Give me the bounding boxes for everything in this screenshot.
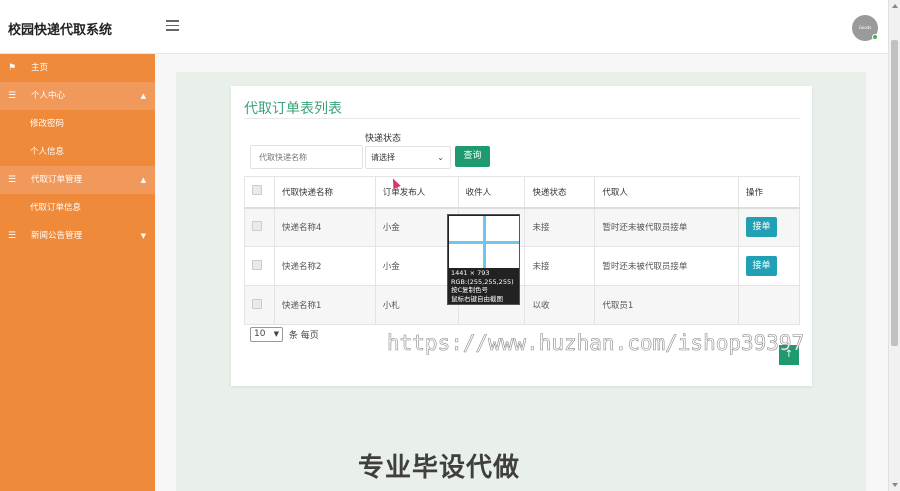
table-row: 快递名称1 小札 以收 代取员1 bbox=[244, 285, 800, 325]
row-checkbox[interactable] bbox=[252, 298, 262, 309]
sidebar-item-label: 新闻公告管理 bbox=[31, 231, 83, 241]
picker-exit-hint: 鼠标右键自由截图 bbox=[451, 294, 503, 303]
sidebar-item-label: 代取订单管理 bbox=[31, 175, 83, 185]
scroll-up-icon[interactable] bbox=[892, 4, 898, 8]
menu-icon: ☰ bbox=[8, 175, 17, 185]
cell-publisher: 小金 bbox=[374, 207, 459, 247]
sidebar-item-home[interactable]: ⚑ 主页 bbox=[0, 54, 155, 82]
sidebar-item-label: 修改密码 bbox=[30, 119, 65, 129]
row-select-cell bbox=[244, 285, 275, 325]
page-size-value: 10 bbox=[254, 329, 266, 339]
scroll-down-icon[interactable] bbox=[892, 483, 898, 487]
sidebar-item-order-management[interactable]: ☰ 代取订单管理 ▲ bbox=[0, 166, 155, 194]
sidebar-item-personal-info[interactable]: 个人信息 bbox=[0, 138, 155, 166]
top-header: 校园快递代取系统 Goods bbox=[0, 0, 888, 54]
status-select-value: 请选择 bbox=[371, 153, 395, 162]
cell-publisher: 小札 bbox=[374, 285, 459, 325]
column-header: 操作 bbox=[738, 176, 800, 209]
page-size-select[interactable]: 10 ▼ bbox=[250, 327, 283, 342]
cell-status: 以收 bbox=[524, 285, 596, 325]
table-row: 快递名称4 小金 未接 暂时还未被代取员接单 接单 bbox=[244, 207, 800, 247]
status-filter-label: 快递状态 bbox=[365, 134, 402, 144]
menu-icon: ☰ bbox=[8, 231, 17, 241]
column-header: 代取人 bbox=[594, 176, 740, 209]
cell-name: 快递名称2 bbox=[273, 246, 376, 286]
table-header-row: 代取快递名称 订单发布人 收件人 快递状态 代取人 操作 bbox=[244, 176, 800, 209]
row-checkbox[interactable] bbox=[252, 259, 262, 270]
sidebar-item-label: 代取订单信息 bbox=[30, 203, 82, 213]
menu-toggle-icon[interactable] bbox=[166, 20, 179, 32]
table-row: 快递名称2 小金 未接 暂时还未被代取员接单 接单 bbox=[244, 246, 800, 286]
query-button[interactable]: 查询 bbox=[455, 146, 490, 167]
watermark-promo: 专业毕设代做 bbox=[358, 453, 521, 483]
watermark-url: https://www.huzhan.com/ishop39397 bbox=[387, 331, 805, 356]
color-picker-overlay: 1441 × 793 RGB:(255,255,255) 按C复制色号 鼠标右键… bbox=[447, 214, 520, 305]
orders-table: 代取快递名称 订单发布人 收件人 快递状态 代取人 操作 快递名称4 小金 未接… bbox=[244, 176, 800, 325]
title-divider bbox=[244, 118, 800, 119]
picker-size: 1441 × 793 bbox=[451, 269, 490, 277]
picker-info: 1441 × 793 RGB:(255,255,255) 按C复制色号 鼠标右键… bbox=[451, 269, 514, 303]
avatar-label: Goods bbox=[858, 25, 872, 30]
picker-copy-hint: 按C复制色号 bbox=[451, 286, 489, 294]
flag-icon: ⚑ bbox=[8, 63, 17, 73]
chevron-up-icon: ▲ bbox=[140, 92, 146, 100]
cell-status: 未接 bbox=[524, 207, 596, 247]
chevron-down-icon: ▼ bbox=[273, 330, 279, 338]
menu-icon: ☰ bbox=[8, 91, 17, 101]
chevron-down-icon: ⌄ bbox=[437, 153, 444, 162]
page-title: 代取订单表列表 bbox=[244, 101, 342, 117]
crosshair-vertical bbox=[483, 216, 486, 268]
cell-action: 接单 bbox=[738, 246, 800, 286]
online-status-dot bbox=[872, 34, 878, 40]
cell-courier: 代取员1 bbox=[594, 285, 740, 325]
cell-name: 快递名称4 bbox=[273, 207, 376, 247]
column-header: 代取快递名称 bbox=[273, 176, 376, 209]
sidebar-item-label: 个人信息 bbox=[30, 147, 65, 157]
sidebar-item-change-password[interactable]: 修改密码 bbox=[0, 110, 155, 138]
cell-publisher: 小金 bbox=[374, 246, 459, 286]
sidebar-item-label: 个人中心 bbox=[31, 91, 66, 101]
cell-courier: 暂时还未被代取员接单 bbox=[594, 246, 740, 286]
page-scrollbar[interactable] bbox=[888, 0, 900, 491]
cell-status: 未接 bbox=[524, 246, 596, 286]
pagination: 10 ▼ 条 每页 bbox=[250, 327, 319, 342]
cell-courier: 暂时还未被代取员接单 bbox=[594, 207, 740, 247]
chevron-down-icon: ▼ bbox=[140, 232, 146, 240]
column-header: 快递状态 bbox=[524, 176, 596, 209]
sidebar-item-label: 主页 bbox=[31, 63, 49, 73]
cell-action bbox=[738, 285, 800, 325]
per-page-label: 条 每页 bbox=[288, 331, 319, 341]
select-all-checkbox[interactable] bbox=[252, 185, 262, 196]
picker-rgb: RGB:(255,255,255) bbox=[451, 277, 514, 286]
row-checkbox[interactable] bbox=[252, 220, 262, 231]
column-header: 订单发布人 bbox=[374, 176, 459, 209]
sidebar: ⚑ 主页 ☰ 个人中心 ▲ 修改密码 个人信息 ☰ 代取订单管理 ▲ 代取订单信… bbox=[0, 54, 155, 491]
sidebar-item-order-info[interactable]: 代取订单信息 bbox=[0, 194, 155, 222]
sidebar-item-news-management[interactable]: ☰ 新闻公告管理 ▼ bbox=[0, 222, 155, 250]
cell-name: 快递名称1 bbox=[273, 285, 376, 325]
select-all-cell bbox=[244, 176, 275, 209]
magnifier-preview bbox=[449, 216, 519, 268]
take-order-button[interactable]: 接单 bbox=[746, 217, 778, 238]
scroll-thumb[interactable] bbox=[891, 40, 898, 346]
row-select-cell bbox=[244, 207, 275, 247]
take-order-button[interactable]: 接单 bbox=[746, 256, 778, 276]
status-select[interactable]: 请选择 ⌄ bbox=[365, 146, 451, 169]
search-input[interactable] bbox=[250, 145, 363, 169]
app-title: 校园快递代取系统 bbox=[8, 23, 113, 38]
column-header: 收件人 bbox=[457, 176, 526, 209]
row-select-cell bbox=[244, 246, 275, 286]
sidebar-item-personal-center[interactable]: ☰ 个人中心 ▲ bbox=[0, 82, 155, 110]
chevron-up-icon: ▲ bbox=[140, 176, 146, 184]
cell-action: 接单 bbox=[738, 207, 800, 247]
avatar[interactable]: Goods bbox=[852, 15, 878, 41]
